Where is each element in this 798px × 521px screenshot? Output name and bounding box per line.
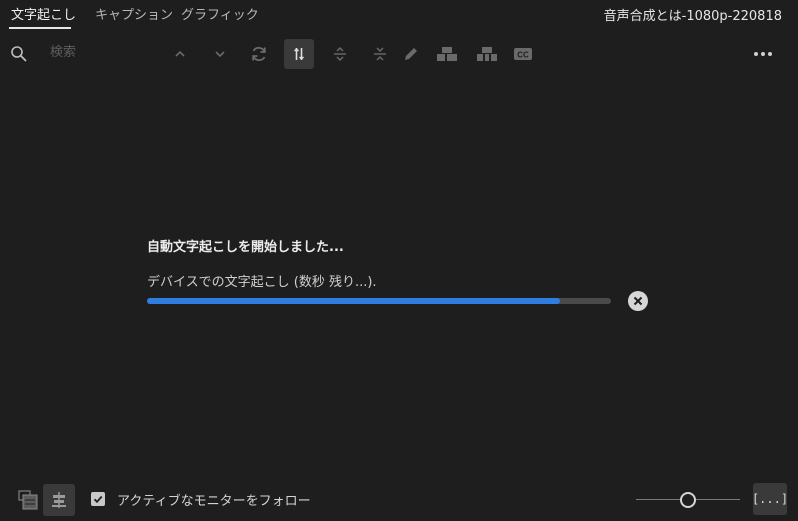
pencil-icon[interactable]	[396, 39, 426, 69]
panel-header: 文字起こし キャプション グラフィック 音声合成とは-1080p-220818	[0, 0, 798, 30]
checkmark-icon	[93, 495, 103, 504]
tab-captions[interactable]: キャプション	[95, 4, 173, 23]
progress-bar	[147, 298, 611, 304]
chevron-down-icon[interactable]	[205, 39, 235, 69]
status-detail: デバイスでの文字起こし (数秒 残り...).	[147, 275, 377, 290]
transcript-toolbar: CC	[0, 36, 798, 72]
more-icon[interactable]	[748, 39, 778, 69]
footer-bar: アクティブなモニターをフォロー [...]	[0, 482, 798, 518]
merge-clips-icon[interactable]	[432, 39, 462, 69]
export-transcript-icon[interactable]	[13, 485, 43, 515]
fit-view-button[interactable]: [...]	[752, 483, 788, 515]
search-icon[interactable]	[4, 39, 34, 69]
tab-transcript[interactable]: 文字起こし	[11, 4, 76, 23]
zoom-slider-handle[interactable]	[680, 492, 696, 508]
refresh-icon[interactable]	[244, 39, 274, 69]
tab-graphics[interactable]: グラフィック	[181, 4, 259, 23]
align-transcript-icon[interactable]	[43, 484, 75, 516]
svg-text:CC: CC	[517, 51, 529, 60]
follow-monitor-label: アクティブなモニターをフォロー	[117, 494, 311, 509]
expand-icon[interactable]	[325, 39, 355, 69]
sequence-title: 音声合成とは-1080p-220818	[603, 9, 782, 24]
split-clips-icon[interactable]	[472, 39, 502, 69]
split-icon[interactable]	[284, 39, 314, 69]
zoom-slider[interactable]	[636, 490, 740, 510]
transcription-status: 自動文字起こしを開始しました... デバイスでの文字起こし (数秒 残り...)…	[147, 236, 667, 311]
active-tab-underline	[9, 27, 71, 29]
chevron-up-icon[interactable]	[165, 39, 195, 69]
collapse-icon[interactable]	[365, 39, 395, 69]
search-input[interactable]	[48, 40, 162, 64]
status-title: 自動文字起こしを開始しました...	[147, 240, 344, 255]
cc-icon[interactable]: CC	[508, 39, 538, 69]
progress-fill	[147, 298, 560, 304]
follow-monitor-checkbox[interactable]	[91, 492, 105, 506]
close-icon	[633, 296, 643, 306]
cancel-button[interactable]	[628, 291, 648, 311]
